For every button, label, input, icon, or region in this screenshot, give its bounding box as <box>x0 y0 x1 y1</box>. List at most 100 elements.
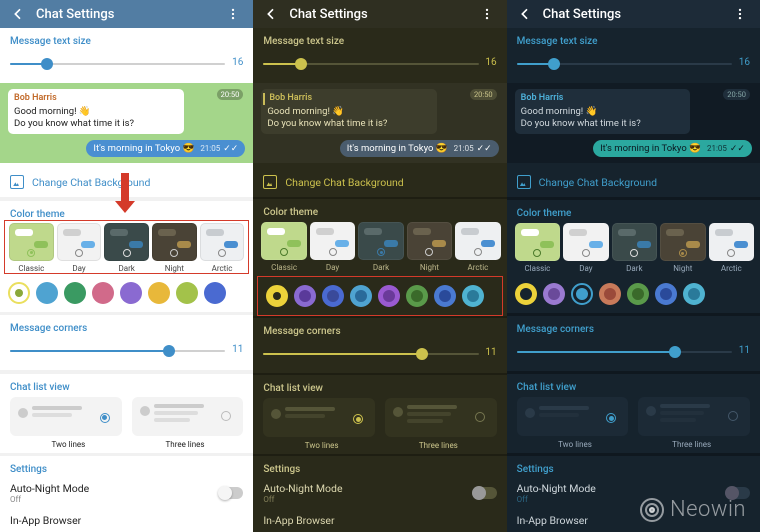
accent-swatch[interactable] <box>266 285 288 307</box>
accent-swatches <box>507 275 760 313</box>
change-background-button[interactable]: Change Chat Background <box>507 167 760 197</box>
chat-preview: 20:50 Bob Harris Good morning! 👋 Do you … <box>507 83 760 163</box>
header-title: Chat Settings <box>32 7 219 22</box>
accent-swatch[interactable] <box>406 285 428 307</box>
accent-swatch[interactable] <box>543 283 565 305</box>
accent-swatch[interactable] <box>36 282 58 304</box>
text-size-slider[interactable]: 16 <box>517 51 750 79</box>
accent-swatch[interactable] <box>176 282 198 304</box>
theme-card-dark[interactable]: Dark <box>358 222 403 272</box>
clv-two-lines[interactable] <box>517 397 629 436</box>
accent-swatch[interactable] <box>294 285 316 307</box>
text-size-label: Message text size <box>263 36 496 47</box>
setting-inapp-browser[interactable]: In-App Browser <box>0 509 253 532</box>
outgoing-bubble: It's morning in Tokyo 😎 21:05 ✓✓ <box>86 140 245 157</box>
theme-card-night[interactable]: Night <box>152 223 197 273</box>
accent-swatch[interactable] <box>8 282 30 304</box>
section-settings: Settings <box>507 456 760 477</box>
accent-swatch[interactable] <box>515 283 537 305</box>
text-size-slider[interactable]: 16 <box>10 51 243 79</box>
chat-list-view-options <box>507 393 760 438</box>
corners-slider[interactable]: 11 <box>10 338 243 366</box>
accent-swatch[interactable] <box>683 283 705 305</box>
corners-label: Message corners <box>517 324 750 335</box>
incoming-bubble: Bob Harris Good morning! 👋 Do you know w… <box>261 89 437 134</box>
accent-swatch[interactable] <box>92 282 114 304</box>
accent-swatches <box>0 274 253 312</box>
sender-name: Bob Harris <box>263 93 431 105</box>
setting-auto-night[interactable]: Auto-Night ModeOff <box>253 477 506 509</box>
clv-two-label: Two lines <box>263 441 380 450</box>
change-background-button[interactable]: Change Chat Background <box>253 167 506 197</box>
section-color-theme: Color theme <box>507 200 760 219</box>
theme-card-arctic[interactable]: Arctic <box>455 222 500 272</box>
theme-card-arctic[interactable]: Arctic <box>709 223 754 273</box>
back-icon[interactable] <box>511 0 539 28</box>
corners-slider[interactable]: 11 <box>517 339 750 367</box>
outgoing-bubble: It's morning in Tokyo 😎 21:05 ✓✓ <box>340 140 499 157</box>
chat-preview: 20:50 Bob Harris Good morning! 👋 Do you … <box>253 83 506 163</box>
theme-card-dark[interactable]: Dark <box>104 223 149 273</box>
section-color-theme: Color theme <box>253 199 506 218</box>
corners-label: Message corners <box>10 323 243 334</box>
more-icon[interactable] <box>473 0 501 28</box>
clv-three-label: Three lines <box>633 440 750 449</box>
preview-time-badge: 20:50 <box>723 89 750 100</box>
accent-swatch[interactable] <box>322 285 344 307</box>
theme-card-classic[interactable]: Classic <box>9 223 54 273</box>
neowin-logo-icon <box>640 498 664 522</box>
chat-list-view-options <box>0 393 253 438</box>
section-color-theme: Color theme <box>0 201 253 220</box>
section-chat-list-view: Chat list view <box>253 375 506 394</box>
clv-two-lines[interactable] <box>263 398 375 437</box>
accent-swatch[interactable] <box>350 285 372 307</box>
clv-three-lines[interactable] <box>638 397 750 436</box>
accent-swatch[interactable] <box>599 283 621 305</box>
more-icon[interactable] <box>219 0 247 28</box>
theme-card-dark[interactable]: Dark <box>612 223 657 273</box>
theme-card-night[interactable]: Night <box>407 222 452 272</box>
theme-card-arctic[interactable]: Arctic <box>200 223 245 273</box>
text-size-slider[interactable]: 16 <box>263 51 496 79</box>
accent-swatch[interactable] <box>571 283 593 305</box>
corners-slider[interactable]: 11 <box>263 341 496 369</box>
header-title: Chat Settings <box>539 7 726 22</box>
back-icon[interactable] <box>4 0 32 28</box>
clv-three-lines[interactable] <box>132 397 244 436</box>
corners-label: Message corners <box>263 326 496 337</box>
toggle[interactable] <box>219 487 243 499</box>
back-icon[interactable] <box>257 0 285 28</box>
accent-swatch[interactable] <box>120 282 142 304</box>
clv-three-lines[interactable] <box>385 398 497 437</box>
accent-swatch[interactable] <box>148 282 170 304</box>
setting-auto-night[interactable]: Auto-Night ModeOff <box>0 477 253 509</box>
accent-swatch[interactable] <box>204 282 226 304</box>
theme-card-classic[interactable]: Classic <box>261 222 306 272</box>
preview-time-badge: 20:50 <box>217 89 244 100</box>
accent-swatch[interactable] <box>434 285 456 307</box>
more-icon[interactable] <box>726 0 754 28</box>
theme-card-night[interactable]: Night <box>660 223 705 273</box>
section-chat-list-view: Chat list view <box>507 374 760 393</box>
settings-label: Settings <box>10 464 243 475</box>
theme-card-day[interactable]: Day <box>310 222 355 272</box>
section-settings: Settings <box>253 456 506 477</box>
text-size-label: Message text size <box>517 36 750 47</box>
theme-card-day[interactable]: Day <box>57 223 102 273</box>
accent-swatch[interactable] <box>378 285 400 307</box>
theme-card-day[interactable]: Day <box>563 223 608 273</box>
read-checks-icon: ✓✓ <box>477 144 492 154</box>
accent-swatch[interactable] <box>627 283 649 305</box>
neowin-watermark: Neowin <box>640 497 746 522</box>
toggle[interactable] <box>473 487 497 499</box>
setting-inapp-browser[interactable]: In-App Browser <box>253 509 506 532</box>
clv-three-label: Three lines <box>127 440 244 449</box>
change-background-button[interactable]: Change Chat Background <box>0 167 253 197</box>
section-chat-list-view: Chat list view <box>0 374 253 393</box>
accent-swatch[interactable] <box>655 283 677 305</box>
accent-swatch[interactable] <box>462 285 484 307</box>
accent-swatch[interactable] <box>64 282 86 304</box>
clv-two-lines[interactable] <box>10 397 122 436</box>
theme-card-classic[interactable]: Classic <box>515 223 560 273</box>
sender-name: Bob Harris <box>14 93 178 105</box>
